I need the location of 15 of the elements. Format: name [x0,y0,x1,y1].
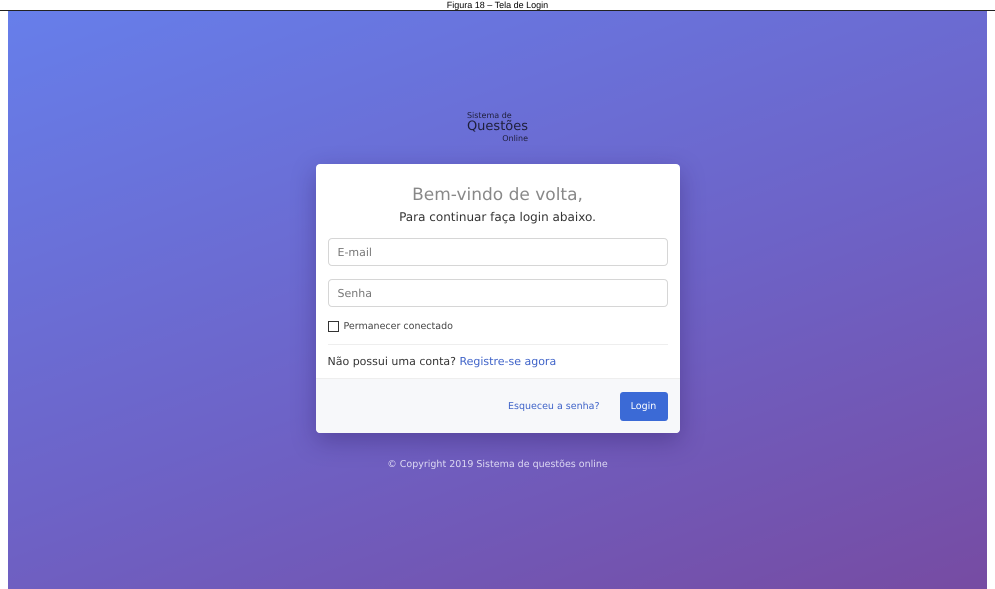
logo-text: Online [502,134,528,143]
copyright-text: © Copyright 2019 Sistema de questões online [387,459,608,470]
logo-text: Sistema de [466,111,512,120]
checkbox[interactable] [328,321,338,332]
input-field[interactable]: Senha [328,279,668,307]
logo-text: Questões [466,120,528,134]
forgot-password-link[interactable]: Esqueceu a senha? [508,400,600,412]
login-button[interactable]: Login [620,392,668,420]
figure-caption: Figura 18 – Tela de Login [446,0,548,10]
welcome-subtitle: Para continuar faça login abaixo. [398,210,597,224]
signup-prompt: Não possui uma conta? Registre-se agora [328,355,558,368]
welcome-title: Bem-vindo de volta, [411,184,584,206]
checkbox-label[interactable]: Permanecer conectado [344,321,453,332]
signup-link[interactable]: Registre-se agora [459,355,556,368]
input-field[interactable]: E-mail [328,238,668,266]
